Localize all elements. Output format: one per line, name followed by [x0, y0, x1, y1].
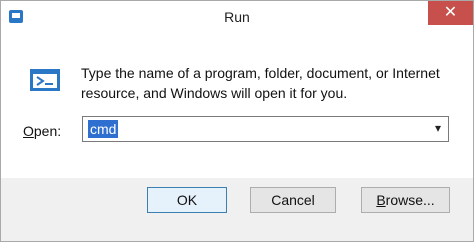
open-label: Open: — [23, 123, 61, 139]
close-button[interactable]: ✕ — [428, 1, 473, 25]
open-label-mnemonic: O — [23, 123, 34, 139]
browse-mnemonic: B — [376, 192, 386, 208]
ok-button[interactable]: OK — [147, 187, 227, 213]
run-dialog: Run ✕ Type the name of a program, folder… — [0, 0, 474, 242]
button-row: OK Cancel Browse... — [1, 178, 473, 241]
browse-button[interactable]: Browse... — [361, 187, 450, 213]
open-input-value[interactable]: cmd — [88, 120, 119, 138]
open-combobox[interactable]: cmd ▾ — [82, 116, 449, 142]
dialog-content: Type the name of a program, folder, docu… — [1, 32, 473, 178]
browse-label: rowse... — [385, 192, 435, 208]
run-description: Type the name of a program, folder, docu… — [81, 65, 440, 101]
close-icon: ✕ — [443, 4, 458, 21]
cancel-button[interactable]: Cancel — [250, 187, 336, 213]
chevron-down-icon[interactable]: ▾ — [431, 121, 445, 135]
window-title: Run — [224, 9, 250, 25]
title-bar[interactable]: Run ✕ — [1, 1, 473, 32]
run-program-icon — [30, 69, 60, 91]
open-label-text: pen: — [33, 123, 62, 139]
